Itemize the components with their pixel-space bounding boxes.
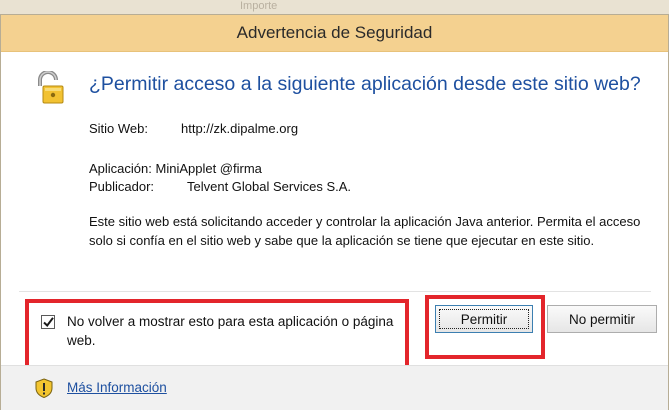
focus-ring (439, 309, 529, 329)
warning-message: Este sitio web está solicitando acceder … (89, 214, 641, 248)
more-info-link[interactable]: Más Información (67, 380, 167, 395)
shield-warning-icon (35, 378, 53, 399)
divider (19, 291, 651, 292)
publisher-row: Publicador: Telvent Global Services S.A. (89, 179, 351, 194)
site-value: http://zk.dipalme.org (181, 121, 299, 136)
application-label: Aplicación: (89, 161, 152, 176)
site-label: Sitio Web: (89, 121, 149, 136)
window-title: Advertencia de Seguridad (236, 23, 433, 42)
application-value: MiniApplet @firma (155, 161, 262, 176)
checkmark-icon (43, 317, 54, 327)
dialog-footer: Más Información (1, 365, 668, 410)
dialog-headline: ¿Permitir acceso a la siguiente aplicaci… (89, 73, 641, 95)
site-row: Sitio Web: http://zk.dipalme.org (89, 121, 298, 136)
security-warning-dialog: Advertencia de Seguridad ¿Permitir acces… (0, 14, 669, 410)
allow-button[interactable]: Permitir (435, 305, 533, 333)
application-row: Aplicación: MiniApplet @firma (89, 161, 262, 176)
dont-show-again-checkbox[interactable] (41, 315, 55, 329)
dont-show-again-label[interactable]: No volver a mostrar esto para esta aplic… (67, 312, 397, 350)
publisher-label: Publicador: (89, 179, 155, 194)
title-bar[interactable]: Advertencia de Seguridad (1, 15, 668, 52)
lock-icon (35, 70, 65, 105)
deny-button-label: No permitir (568, 312, 635, 327)
deny-button[interactable]: No permitir (547, 305, 657, 333)
publisher-value: Telvent Global Services S.A. (187, 179, 352, 194)
